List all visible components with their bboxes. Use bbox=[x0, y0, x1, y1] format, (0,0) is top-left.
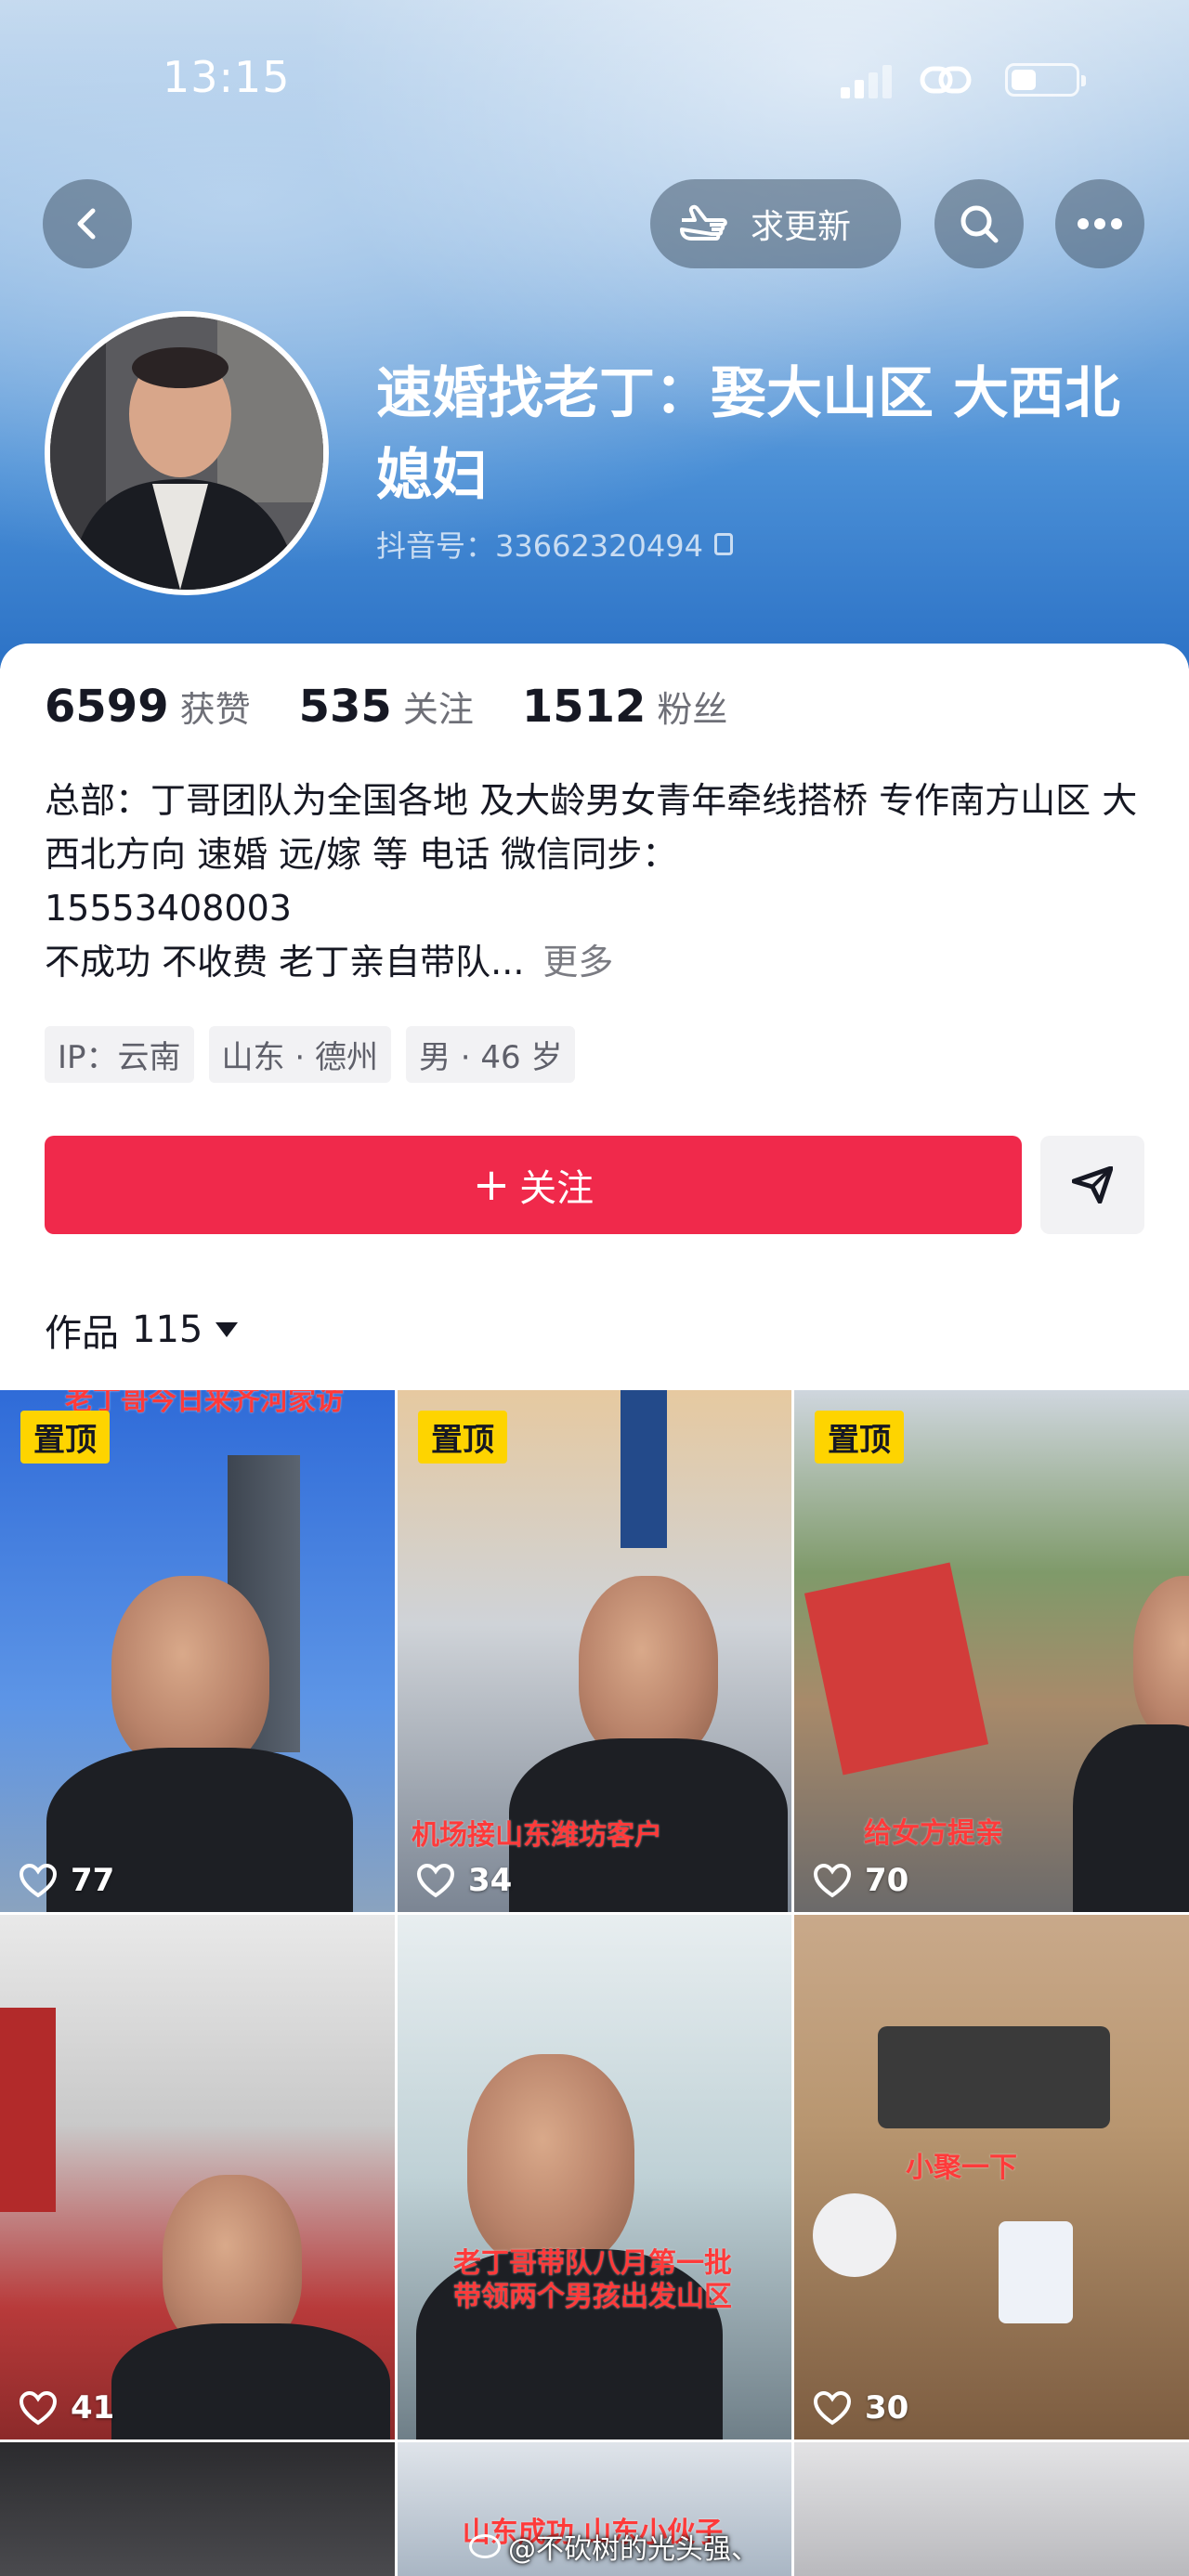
pinned-badge: 置顶 bbox=[815, 1411, 904, 1464]
hand-point-icon bbox=[680, 204, 727, 241]
bio-phone-row: 15553408003 bbox=[45, 881, 1141, 935]
person-body bbox=[1073, 1724, 1189, 1912]
video-thumb[interactable]: 小聚一下 30 bbox=[794, 1915, 1189, 2439]
cup bbox=[999, 2221, 1073, 2323]
video-caption: 小聚一下 bbox=[906, 2152, 1017, 2184]
video-likes: 41 bbox=[19, 2389, 114, 2426]
douyin-id-text: 抖音号：33662320494 bbox=[376, 528, 703, 564]
profile-header-background: 13:15 求更新 速婚找老丁：娶大山区 大西北媳妇 抖音号：336623204… bbox=[0, 0, 1189, 669]
video-caption: 给女方提亲 bbox=[864, 1817, 1003, 1850]
status-time: 13:15 bbox=[163, 52, 291, 102]
request-update-button[interactable]: 求更新 bbox=[650, 179, 901, 268]
bio-line-1: 总部：丁哥团队为全国各地 及大龄男女青年牵线搭桥 专作南方山区 大西北方向 速婚… bbox=[45, 780, 1138, 875]
caret-down-icon bbox=[216, 1322, 239, 1337]
person-face bbox=[1133, 1576, 1189, 1743]
watermark: @不砍树的光头强、 bbox=[469, 2526, 759, 2567]
gift-bag bbox=[804, 1562, 989, 1776]
likes-count: 41 bbox=[71, 2389, 115, 2426]
stat-number: 535 bbox=[298, 681, 392, 733]
works-tab[interactable]: 作品 115 bbox=[45, 1303, 239, 1357]
video-thumb[interactable]: 老丁哥今日来齐河家访 置顶 77 bbox=[0, 1390, 395, 1912]
share-button[interactable] bbox=[1040, 1136, 1144, 1234]
heart-icon bbox=[19, 2390, 58, 2426]
tag-ip: IP：云南 bbox=[45, 1026, 194, 1083]
search-button[interactable] bbox=[934, 179, 1024, 268]
person-face bbox=[467, 2054, 634, 2268]
stat-label: 获赞 bbox=[179, 689, 251, 730]
pinned-badge: 置顶 bbox=[20, 1411, 110, 1464]
video-caption: 老丁哥带队八月第一批 带领两个男孩出发山区 bbox=[453, 2247, 732, 2313]
copy-icon[interactable] bbox=[713, 533, 733, 555]
likes-count: 30 bbox=[865, 2389, 909, 2426]
video-grid: 老丁哥今日来齐河家访 置顶 77 机场接山东潍坊客户 置顶 34 给女方提亲 置… bbox=[0, 1390, 1189, 2576]
bowl bbox=[813, 2193, 896, 2277]
likes-count: 77 bbox=[71, 1862, 115, 1899]
weibo-logo-icon bbox=[469, 2534, 501, 2558]
video-thumb[interactable]: 给女方提亲 置顶 70 bbox=[794, 1390, 1189, 1912]
hotspot-link-icon bbox=[920, 66, 972, 94]
video-thumb[interactable] bbox=[0, 2442, 395, 2576]
watermark-text: @不砍树的光头强、 bbox=[508, 2533, 759, 2566]
bio-phone: 15553408003 bbox=[45, 888, 292, 929]
bio-line-2-row: 不成功 不收费 老丁亲自带队... 更多 bbox=[45, 935, 1141, 989]
person-face bbox=[111, 1576, 269, 1771]
video-thumb[interactable]: 41 bbox=[0, 1915, 395, 2439]
follow-label: 关注 bbox=[519, 1167, 594, 1210]
airport-sign bbox=[621, 1390, 667, 1548]
battery-icon bbox=[1005, 63, 1086, 97]
follow-button[interactable]: + 关注 bbox=[45, 1136, 1022, 1234]
paper-plane-icon bbox=[1072, 1166, 1113, 1203]
stat-followers[interactable]: 1512 粉丝 bbox=[522, 681, 728, 733]
person-face bbox=[579, 1576, 718, 1762]
video-caption: 机场接山东潍坊客户 bbox=[412, 1819, 662, 1852]
tag-location: 山东 · 德州 bbox=[208, 1026, 391, 1083]
douyin-id[interactable]: 抖音号：33662320494 bbox=[376, 523, 733, 566]
bio: 总部：丁哥团队为全国各地 及大龄男女青年牵线搭桥 专作南方山区 大西北方向 速婚… bbox=[45, 774, 1141, 989]
stat-label: 关注 bbox=[402, 689, 474, 730]
video-likes: 34 bbox=[416, 1862, 512, 1899]
stat-following[interactable]: 535 关注 bbox=[299, 681, 474, 733]
more-button[interactable] bbox=[1055, 179, 1144, 268]
works-label: 作品 bbox=[45, 1312, 119, 1355]
video-thumb[interactable]: 机场接山东潍坊客户 置顶 34 bbox=[398, 1390, 791, 1912]
video-likes: 30 bbox=[813, 2389, 908, 2426]
profile-tags: IP：云南 山东 · 德州 男 · 46 岁 bbox=[45, 1026, 590, 1083]
grill-plate bbox=[878, 2026, 1110, 2128]
person-body bbox=[111, 2323, 390, 2439]
heart-icon bbox=[416, 1863, 455, 1898]
likes-count: 70 bbox=[865, 1862, 909, 1899]
avatar[interactable] bbox=[45, 311, 329, 595]
video-thumb[interactable] bbox=[794, 2442, 1189, 2576]
stat-number: 6599 bbox=[45, 681, 169, 733]
signal-icon bbox=[841, 65, 893, 98]
avatar-photo bbox=[50, 317, 323, 590]
stat-number: 1512 bbox=[521, 681, 647, 733]
pinned-badge: 置顶 bbox=[418, 1411, 507, 1464]
heart-icon bbox=[813, 1863, 852, 1898]
plus-icon: + bbox=[472, 1159, 511, 1211]
video-thumb[interactable]: 老丁哥带队八月第一批 带领两个男孩出发山区 bbox=[398, 1915, 791, 2439]
stat-label: 粉丝 bbox=[657, 689, 728, 730]
chevron-left-icon bbox=[77, 208, 96, 240]
video-likes: 77 bbox=[19, 1862, 114, 1899]
tag-gender-age: 男 · 46 岁 bbox=[405, 1026, 576, 1083]
search-icon bbox=[960, 205, 999, 243]
bio-line-2: 不成功 不收费 老丁亲自带队... bbox=[45, 942, 525, 982]
heart-icon bbox=[19, 1863, 58, 1898]
works-count: 115 bbox=[132, 1308, 203, 1351]
stats-row: 6599 获赞 535 关注 1512 粉丝 bbox=[45, 681, 776, 733]
bio-more-link[interactable]: 更多 bbox=[542, 942, 613, 982]
back-button[interactable] bbox=[43, 179, 132, 268]
video-likes: 70 bbox=[813, 1862, 908, 1899]
heart-icon bbox=[813, 2390, 852, 2426]
request-update-label: 求更新 bbox=[751, 208, 852, 246]
likes-count: 34 bbox=[468, 1862, 513, 1899]
stat-likes: 6599 获赞 bbox=[45, 681, 251, 733]
red-banner bbox=[0, 2008, 56, 2212]
more-icon bbox=[1078, 218, 1122, 229]
profile-name: 速婚找老丁：娶大山区 大西北媳妇 bbox=[376, 361, 1120, 508]
